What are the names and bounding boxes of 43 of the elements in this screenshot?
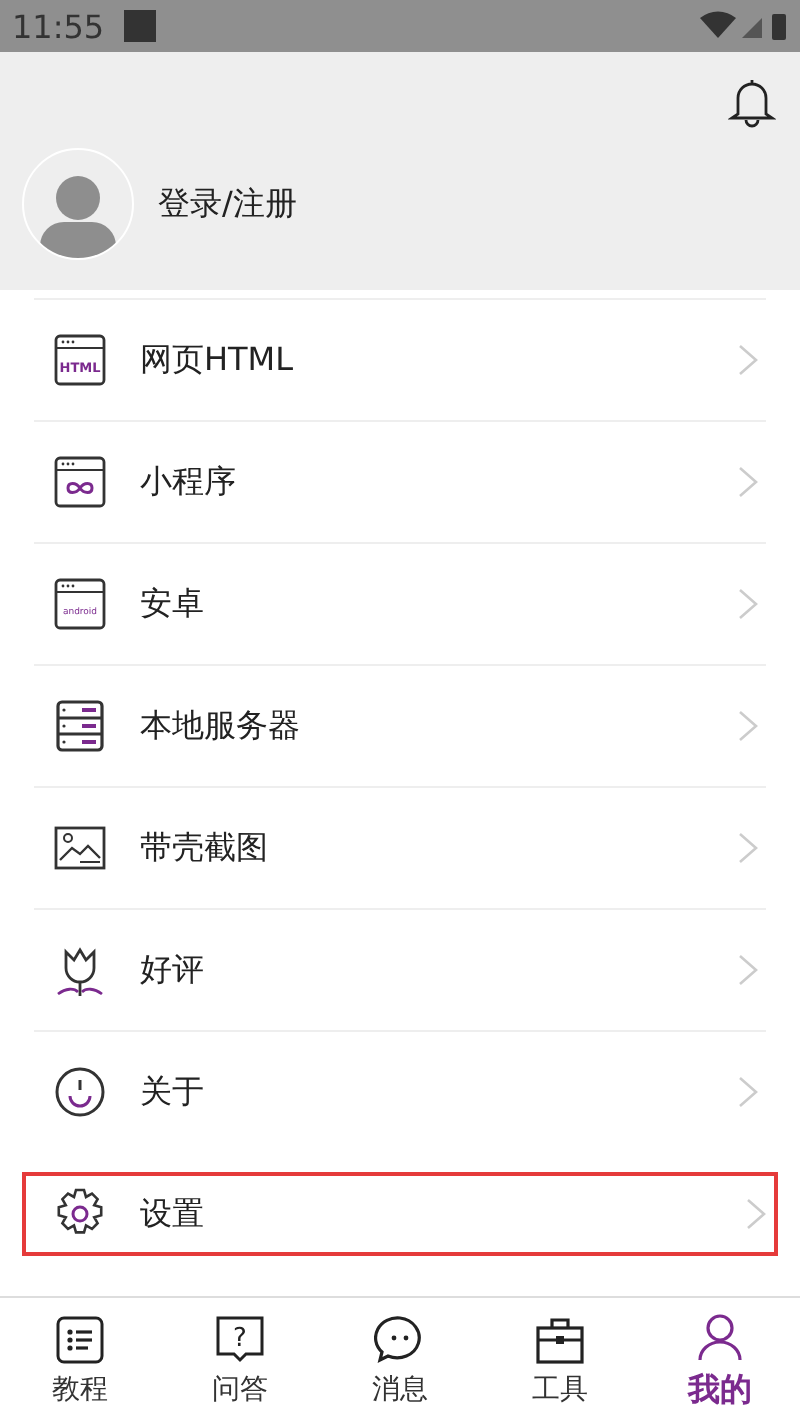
nav-tab[interactable]: 消息 — [320, 1298, 480, 1424]
menu-label: 小程序 — [140, 461, 238, 503]
login-link[interactable]: 登录/注册 — [158, 183, 297, 225]
status-time: 11:55 — [12, 7, 105, 45]
nav-tab[interactable]: 工具 — [480, 1298, 640, 1424]
infinity-window-icon — [54, 456, 106, 508]
chevron-icon — [738, 710, 758, 742]
chevron-icon — [738, 344, 758, 376]
menu-item[interactable]: 本地服务器 — [34, 664, 766, 786]
smiley-icon — [55, 1067, 105, 1117]
menu-item[interactable]: 设置 — [22, 1172, 778, 1256]
nav-tab[interactable]: ? 问答 — [160, 1298, 320, 1424]
menu-item[interactable]: 带壳截图 — [34, 786, 766, 908]
menu-label: 网页HTML — [140, 339, 296, 381]
menu-label: 安卓 — [140, 583, 206, 625]
menu-label: 关于 — [140, 1071, 206, 1113]
toolbox-icon — [536, 1318, 584, 1364]
person-icon — [698, 1313, 742, 1360]
tulip-icon — [56, 948, 104, 996]
menu-label: 带壳截图 — [140, 827, 270, 869]
chevron-icon — [738, 1076, 758, 1108]
chevron-icon — [738, 832, 758, 864]
menu-item[interactable]: 关于 — [34, 1030, 766, 1152]
menu-item[interactable]: 好评 — [34, 908, 766, 1030]
image-icon — [54, 826, 106, 870]
menu-item[interactable]: 小程序 — [34, 420, 766, 542]
chat-bubble-icon — [374, 1316, 421, 1362]
chevron-icon — [738, 954, 758, 986]
question-bubble-icon: ? — [216, 1316, 264, 1363]
settings-icon — [57, 1188, 103, 1234]
nav-tab[interactable]: 教程 — [0, 1298, 160, 1424]
signal-battery-icon — [700, 10, 788, 42]
server-icon — [56, 700, 104, 752]
chevron-icon — [746, 1198, 766, 1230]
chevron-icon — [738, 466, 758, 498]
menu-label: 设置 — [140, 1193, 206, 1235]
menu-label: 本地服务器 — [140, 705, 302, 747]
list-icon — [56, 1316, 104, 1364]
nav-tab[interactable]: 我的 — [640, 1298, 800, 1424]
bell-icon[interactable] — [728, 76, 776, 128]
chevron-icon — [738, 588, 758, 620]
notification-icon — [124, 10, 157, 42]
menu-label: 好评 — [140, 949, 206, 991]
